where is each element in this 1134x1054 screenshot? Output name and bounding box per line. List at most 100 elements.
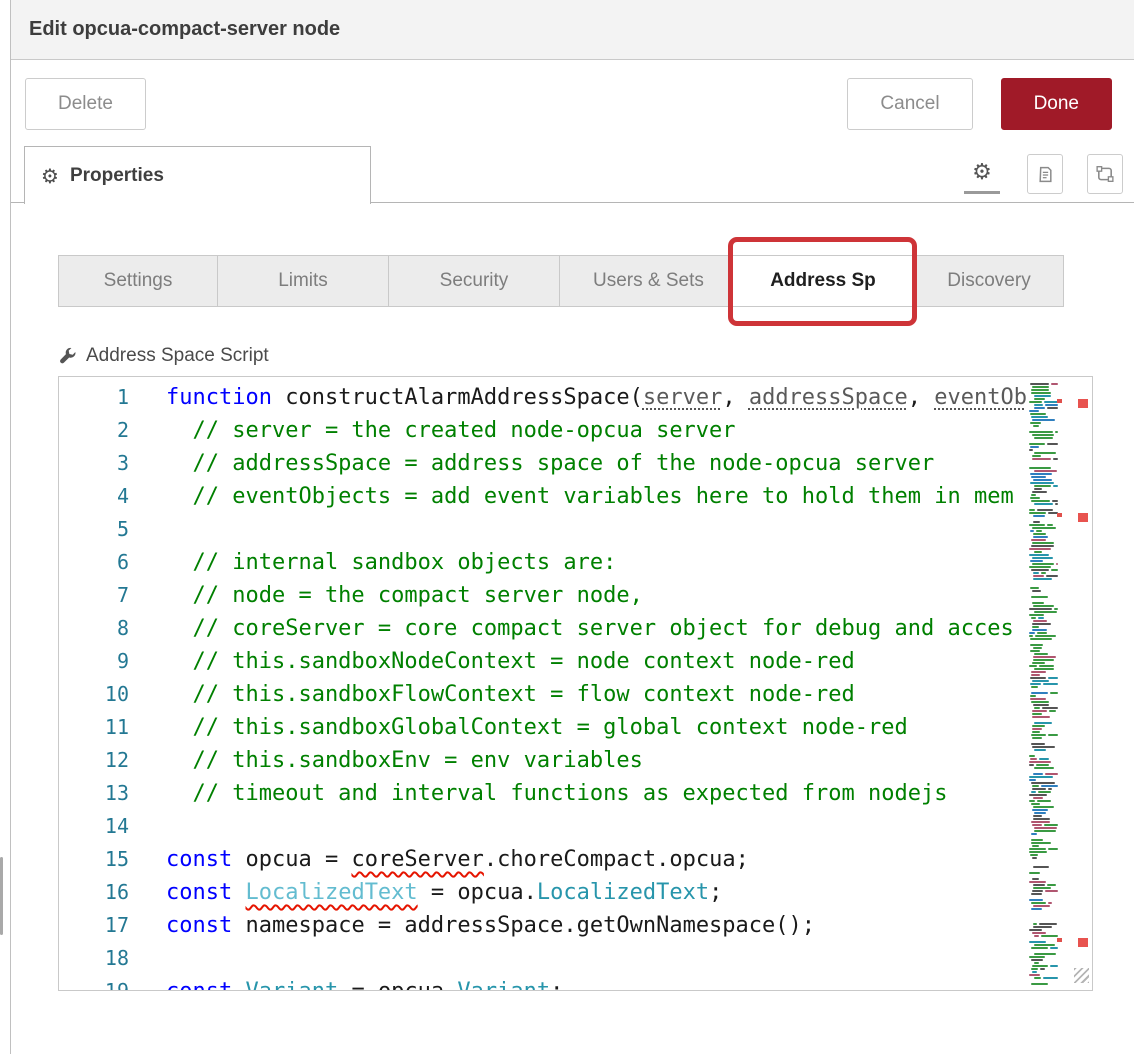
minimap-line (1035, 635, 1056, 637)
code-line[interactable]: 10 // this.sandboxFlowContext = flow con… (59, 678, 1092, 711)
code-line[interactable]: 16const LocalizedText = opcua.LocalizedT… (59, 876, 1092, 909)
minimap-line (1033, 866, 1049, 868)
error-marker[interactable] (1078, 399, 1088, 408)
minimap-line (1033, 806, 1054, 808)
code-text: // coreServer = core compact server obje… (166, 616, 1014, 641)
cancel-button[interactable]: Cancel (847, 78, 972, 130)
dialog-toolbar: Delete Cancel Done (11, 60, 1134, 146)
section-label: Address Space Script (86, 345, 269, 367)
minimap-line (1031, 500, 1050, 502)
error-marker[interactable] (1078, 938, 1088, 947)
code-line[interactable]: 12 // this.sandboxEnv = env variables (59, 744, 1092, 777)
minimap-line (1033, 656, 1056, 658)
minimap-line (1047, 524, 1053, 526)
code-line[interactable]: 15const opcua = coreServer.choreCompact.… (59, 843, 1092, 876)
line-number: 16 (59, 876, 129, 909)
minimap[interactable] (1026, 377, 1062, 990)
minimap-line (1030, 854, 1038, 856)
minimap-line (1056, 563, 1058, 565)
minimap-line (1032, 890, 1043, 892)
minimap-line (1034, 707, 1040, 709)
tab-users-sets[interactable]: Users & Sets (560, 255, 732, 307)
code-line[interactable]: 5 (59, 513, 1092, 546)
minimap-line (1030, 560, 1043, 562)
minimap-line (1033, 773, 1043, 775)
minimap-line (1032, 785, 1039, 787)
tab-security[interactable]: Security (389, 255, 560, 307)
minimap-line (1030, 473, 1052, 475)
code-line[interactable]: 7 // node = the compact server node, (59, 579, 1092, 612)
code-text: // node = the compact server node, (166, 583, 643, 608)
minimap-line (1031, 833, 1037, 835)
code-line[interactable]: 6 // internal sandbox objects are: (59, 546, 1092, 579)
line-number: 14 (59, 810, 129, 843)
description-button[interactable] (1027, 154, 1063, 194)
minimap-line (1031, 893, 1042, 895)
minimap-line (1039, 923, 1057, 925)
minimap-line (1031, 743, 1045, 745)
minimap-line (1032, 971, 1037, 973)
minimap-line (1032, 788, 1046, 790)
overview-ruler[interactable] (1062, 377, 1092, 990)
code-line[interactable]: 19const Variant = opcua.Variant; (59, 975, 1092, 991)
code-lines: 1function constructAlarmAddressSpace(ser… (59, 381, 1092, 991)
code-line[interactable]: 1function constructAlarmAddressSpace(ser… (59, 381, 1092, 414)
code-line[interactable]: 17const namespace = addressSpace.getOwnN… (59, 909, 1092, 942)
minimap-line (1040, 968, 1045, 970)
done-button[interactable]: Done (1001, 78, 1112, 130)
minimap-line (1055, 503, 1058, 505)
tab-label: Limits (278, 270, 328, 292)
line-number: 9 (59, 645, 129, 678)
code-line[interactable]: 18 (59, 942, 1092, 975)
minimap-line (1032, 710, 1047, 712)
code-editor[interactable]: 1function constructAlarmAddressSpace(ser… (58, 376, 1093, 991)
minimap-line (1033, 605, 1054, 607)
code-line[interactable]: 2 // server = the created node-opcua ser… (59, 414, 1092, 447)
minimap-line (1029, 443, 1045, 445)
tab-address-space[interactable]: Address Sp (732, 255, 915, 307)
editor-tab-row: ⚙ Properties ⚙ (11, 146, 1134, 203)
minimap-line (1030, 695, 1036, 697)
code-line[interactable]: 4 // eventObjects = add event variables … (59, 480, 1092, 513)
minimap-line (1045, 890, 1058, 892)
minimap-line (1030, 638, 1052, 640)
error-marker[interactable] (1078, 513, 1088, 522)
minimap-line (1032, 602, 1044, 604)
minimap-line (1032, 878, 1039, 880)
code-line[interactable]: 13 // timeout and interval functions as … (59, 777, 1092, 810)
minimap-line (1030, 698, 1046, 700)
minimap-line (1033, 887, 1051, 889)
minimap-line (1029, 524, 1045, 526)
tab-settings[interactable]: Settings (58, 255, 218, 307)
minimap-line (1034, 977, 1041, 979)
minimap-line (1032, 737, 1042, 739)
resize-grip[interactable] (1074, 968, 1089, 983)
minimap-line (1031, 692, 1048, 694)
page-scrollbar[interactable] (0, 857, 3, 935)
code-line[interactable]: 3 // addressSpace = address space of the… (59, 447, 1092, 480)
minimap-line (1034, 452, 1056, 454)
tab-discovery[interactable]: Discovery (915, 255, 1064, 307)
dialog-content: SettingsLimitsSecurityUsers & SetsAddres… (11, 255, 1134, 991)
minimap-line (1041, 935, 1058, 937)
minimap-line (1029, 467, 1051, 469)
code-line[interactable]: 11 // this.sandboxGlobalContext = global… (59, 711, 1092, 744)
minimap-line (1048, 848, 1058, 850)
minimap-line (1048, 677, 1058, 679)
code-line[interactable]: 8 // coreServer = core compact server ob… (59, 612, 1092, 645)
tab-properties[interactable]: ⚙ Properties (24, 146, 371, 204)
minimap-line (1031, 539, 1046, 541)
code-line[interactable]: 9 // this.sandboxNodeContext = node cont… (59, 645, 1092, 678)
line-number: 10 (59, 678, 129, 711)
appearance-button[interactable] (1087, 154, 1123, 194)
minimap-line (1051, 383, 1058, 385)
delete-button[interactable]: Delete (25, 78, 146, 130)
minimap-line (1032, 527, 1056, 529)
edit-dialog: Edit opcua-compact-server node Delete Ca… (10, 0, 1134, 1054)
minimap-line (1045, 404, 1058, 406)
edit-form-button[interactable]: ⚙ (964, 154, 1000, 194)
code-line[interactable]: 14 (59, 810, 1092, 843)
tab-limits[interactable]: Limits (218, 255, 389, 307)
minimap-line (1033, 923, 1037, 925)
minimap-line (1034, 668, 1054, 670)
